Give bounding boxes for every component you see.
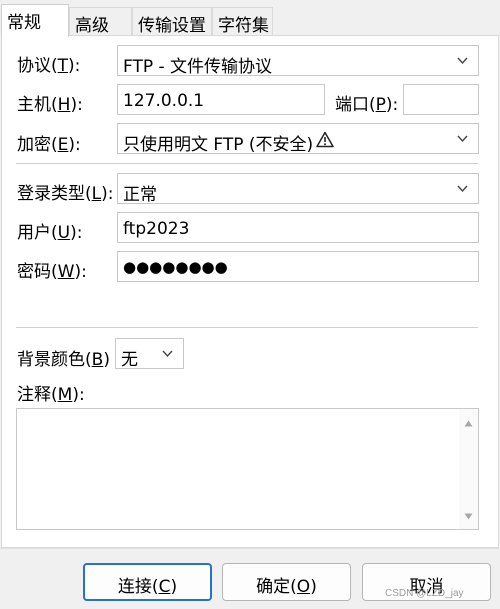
watermark: CSDN @LZD_jay	[385, 588, 464, 599]
comments-label: 注释(M):	[17, 385, 85, 405]
tab-charset[interactable]: 字符集	[212, 7, 273, 36]
port-label: 端口(P):	[335, 95, 399, 115]
encryption-select[interactable]: 只使用明文 FTP (不安全)	[117, 123, 479, 155]
ok-button[interactable]: 确定(O)	[222, 563, 351, 601]
warning-triangle-icon	[316, 131, 334, 148]
separator	[16, 163, 478, 164]
protocol-value: FTP - 文件传输协议	[123, 57, 273, 77]
background-color-label: 背景颜色(B)	[17, 350, 110, 370]
connect-button[interactable]: 连接(C)	[83, 563, 212, 601]
user-label: 用户(U):	[17, 223, 83, 243]
comments-textarea[interactable]	[16, 408, 479, 530]
scroll-down-arrow-icon[interactable]	[464, 513, 473, 520]
logon-type-label: 登录类型(L):	[17, 184, 114, 204]
tab-advanced[interactable]: 高级	[69, 7, 132, 36]
encryption-value: 只使用明文 FTP (不安全)	[123, 135, 314, 155]
host-label: 主机(H):	[17, 95, 83, 115]
scroll-up-arrow-icon[interactable]	[464, 420, 473, 427]
tab-charset-label: 字符集	[218, 16, 269, 36]
encryption-label: 加密(E):	[17, 135, 81, 155]
comments-scrollbar[interactable]	[459, 409, 478, 529]
logon-type-select[interactable]: 正常	[117, 173, 479, 205]
tab-general[interactable]: 常规	[1, 4, 69, 37]
chevron-down-icon	[162, 350, 173, 358]
background-color-select[interactable]: 无	[115, 338, 184, 370]
chevron-down-icon	[457, 135, 468, 143]
tab-transfer-settings[interactable]: 传输设置	[132, 7, 212, 36]
protocol-select[interactable]: FTP - 文件传输协议	[117, 45, 479, 77]
chevron-down-icon	[457, 57, 468, 65]
password-input[interactable]: ●●●●●●●●	[117, 251, 479, 282]
host-input[interactable]: 127.0.0.1	[117, 84, 325, 115]
logon-type-value: 正常	[123, 185, 157, 205]
port-input[interactable]	[403, 84, 479, 115]
tab-advanced-label: 高级	[75, 16, 109, 36]
chevron-down-icon	[457, 185, 468, 193]
background-color-value: 无	[121, 350, 138, 370]
footer-divider	[0, 548, 500, 549]
tab-general-label: 常规	[7, 13, 41, 33]
separator	[16, 327, 478, 328]
protocol-label: 协议(T):	[17, 56, 81, 76]
password-value: ●●●●●●●●	[123, 258, 228, 276]
password-label: 密码(W):	[17, 262, 87, 282]
user-value: ftp2023	[123, 219, 190, 239]
user-input[interactable]: ftp2023	[117, 212, 479, 243]
tab-transfer-settings-label: 传输设置	[138, 16, 206, 36]
host-value: 127.0.0.1	[123, 91, 205, 111]
